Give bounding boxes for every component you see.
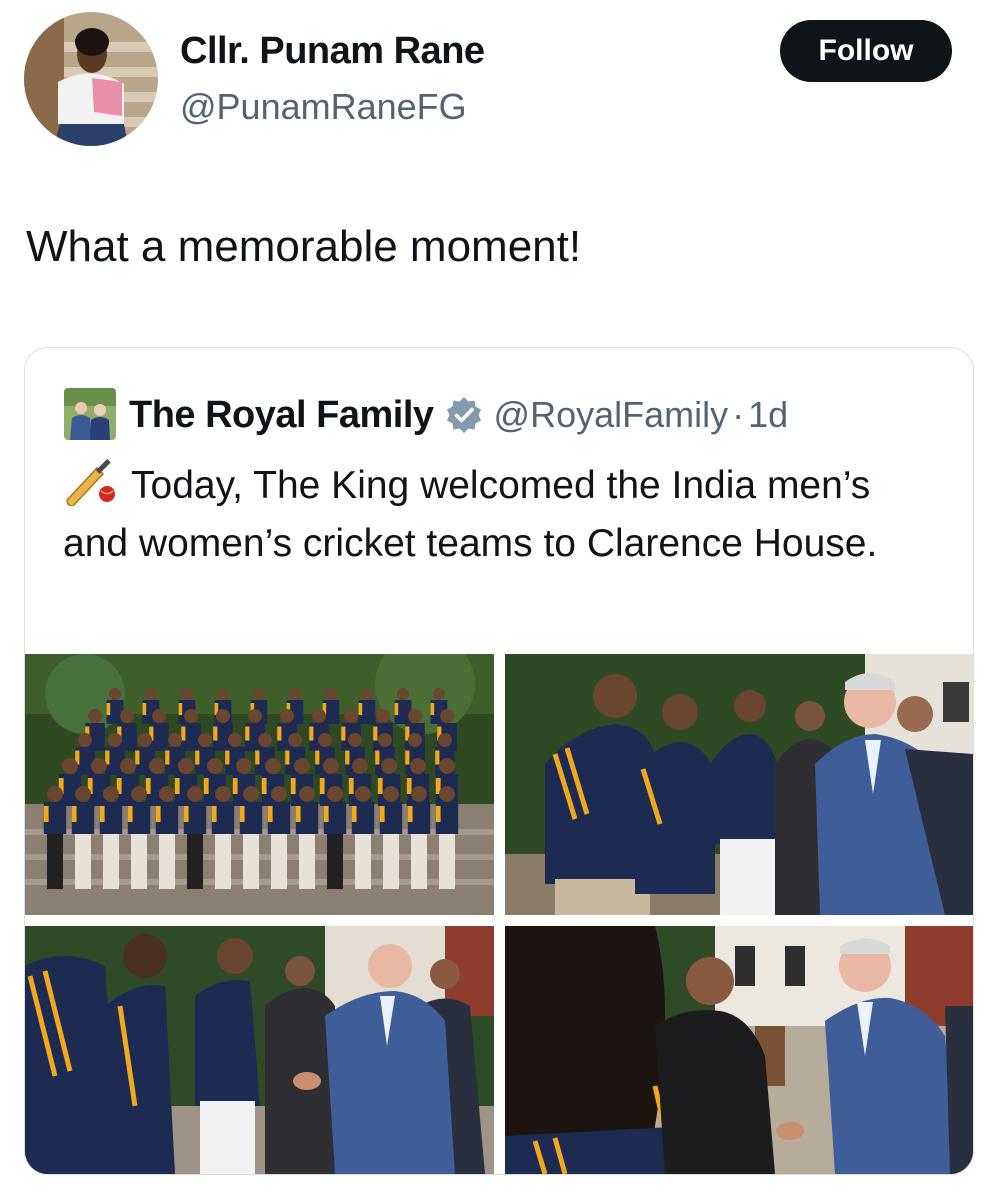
- quoted-tweet-card[interactable]: The Royal Family @RoyalFamily · 1d Today…: [24, 347, 974, 1175]
- photo-king-handshake-women[interactable]: [505, 926, 973, 1174]
- quoted-author-handle[interactable]: @RoyalFamily: [494, 394, 729, 436]
- header-separator: ·: [732, 394, 745, 435]
- author-handle[interactable]: @PunamRaneFG: [180, 86, 467, 128]
- author-name[interactable]: Cllr. Punam Rane: [180, 30, 485, 73]
- quoted-text-block: Today, The King welcomed the India men’s…: [63, 456, 943, 573]
- quoted-header: The Royal Family @RoyalFamily · 1d: [129, 388, 788, 442]
- quoted-author-name[interactable]: The Royal Family: [129, 394, 434, 437]
- follow-button[interactable]: Follow: [780, 20, 952, 82]
- photo-king-with-players[interactable]: [505, 654, 973, 915]
- cricket-bat-icon: [66, 458, 115, 506]
- quoted-author-avatar[interactable]: [64, 388, 116, 440]
- quoted-text: Today, The King welcomed the India men’s…: [63, 464, 878, 565]
- tweet-text: What a memorable moment!: [26, 222, 582, 271]
- photo-king-handshake-player[interactable]: [25, 926, 494, 1174]
- photo-team-group[interactable]: [25, 654, 494, 915]
- author-avatar[interactable]: [24, 12, 158, 146]
- quoted-timestamp[interactable]: 1d: [748, 394, 788, 436]
- verified-badge-icon: [446, 397, 481, 433]
